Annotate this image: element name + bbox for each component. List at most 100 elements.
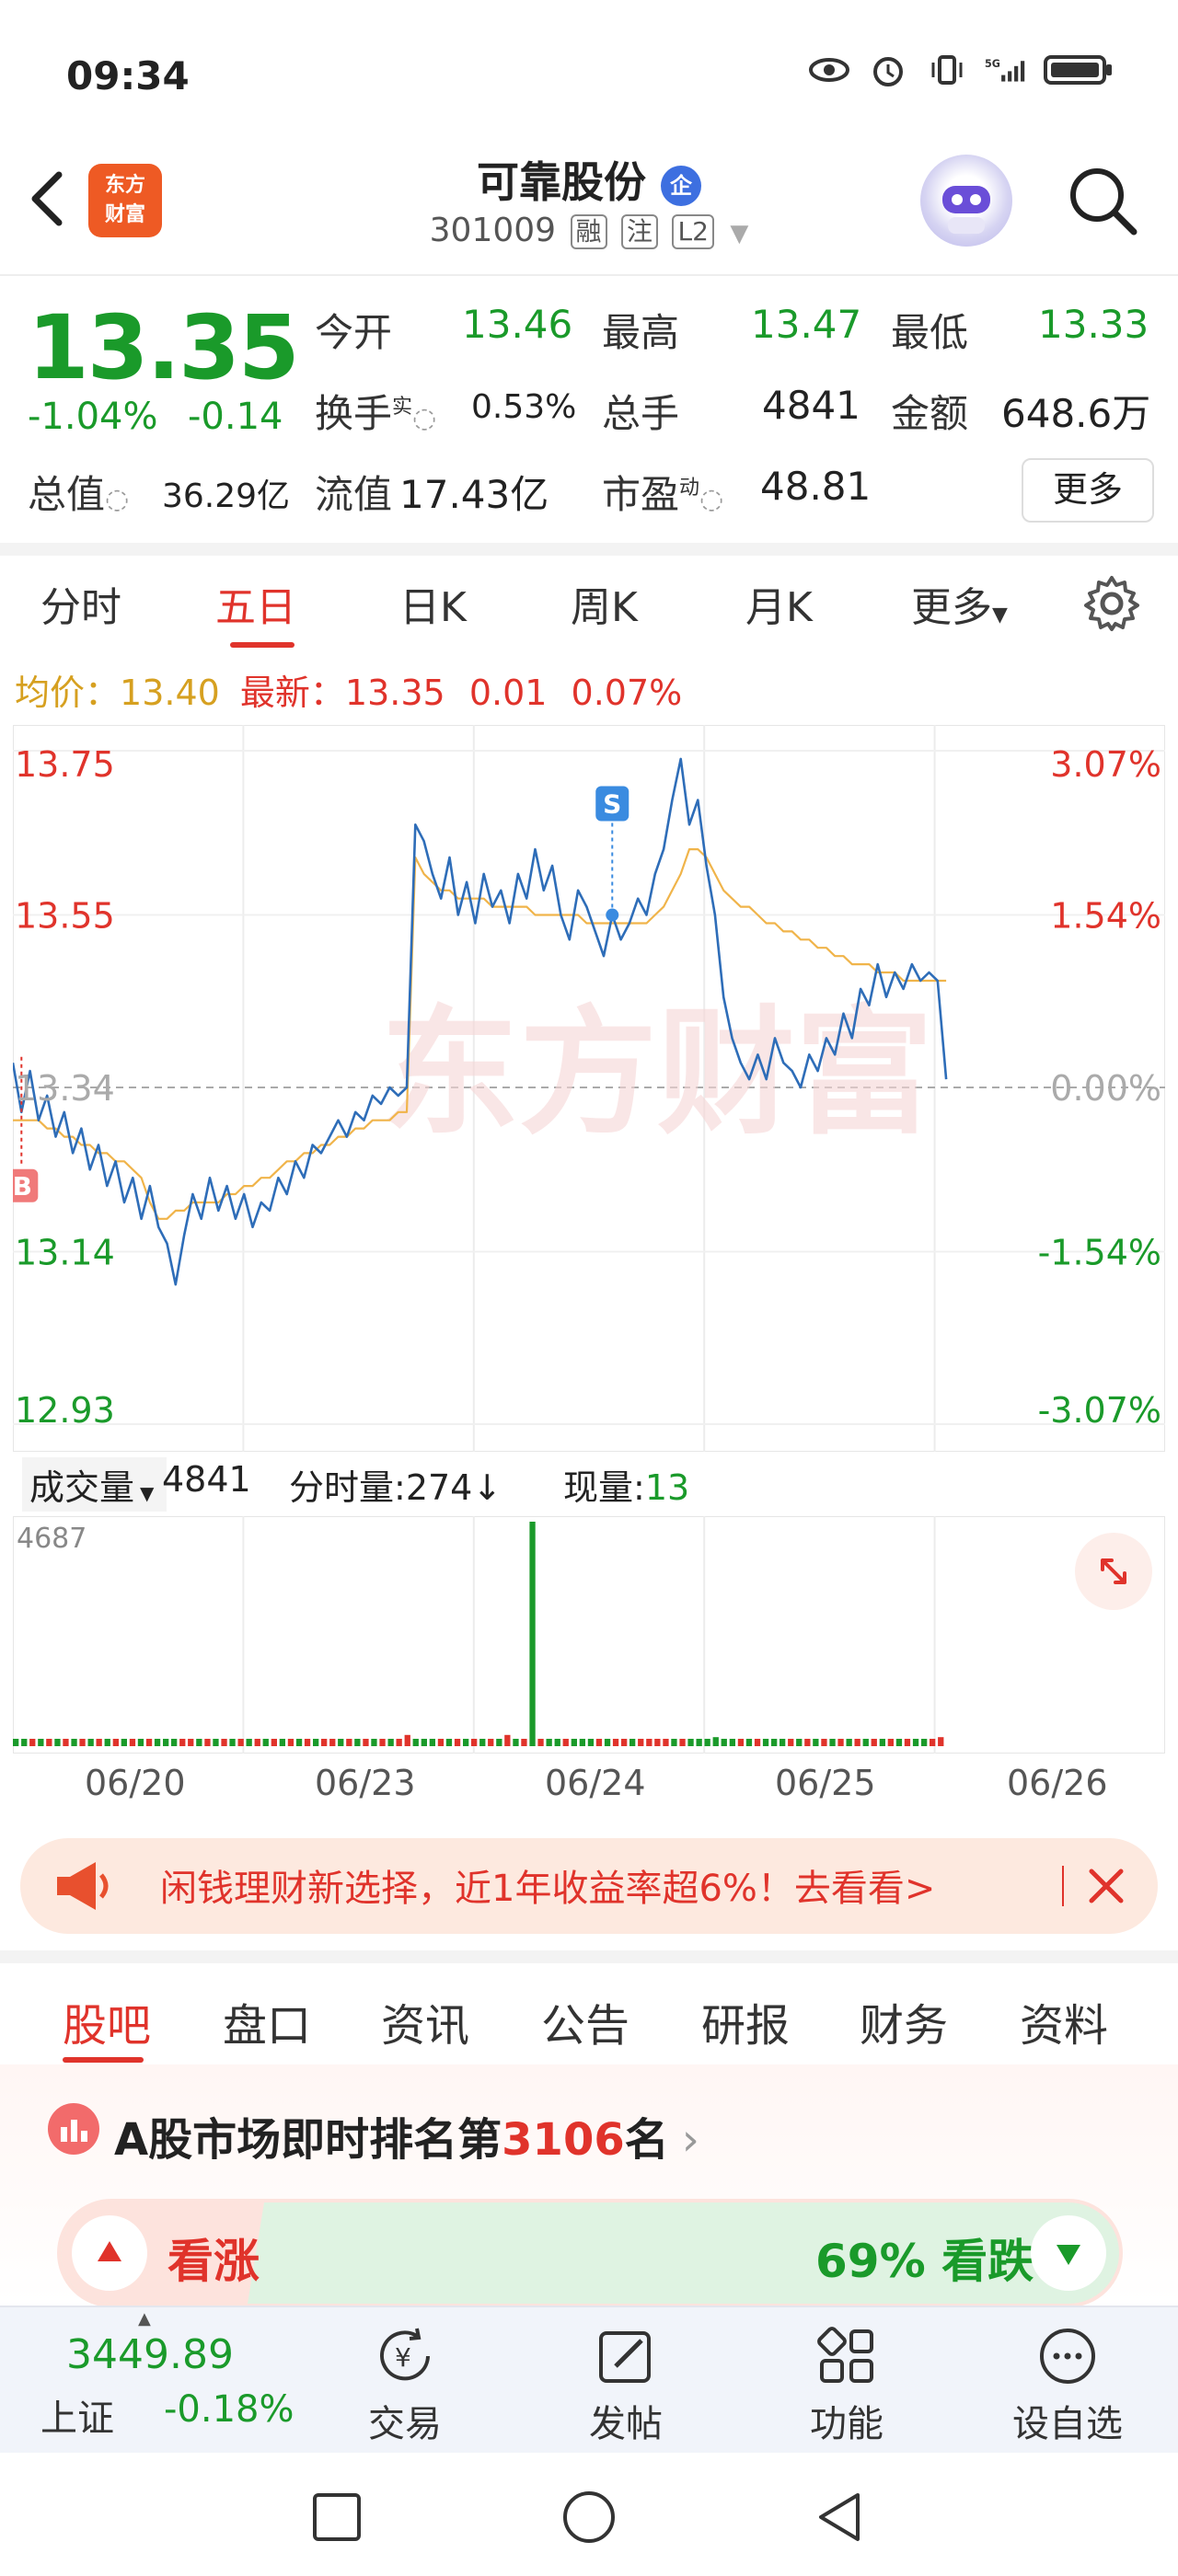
volume-bar [879, 1739, 885, 1746]
volume-bar [612, 1739, 619, 1746]
tab-weekly-k[interactable]: 周K [571, 574, 638, 633]
vote-up-button[interactable] [72, 2215, 147, 2291]
volume-bar [529, 1522, 536, 1746]
volume-bar [721, 1739, 727, 1746]
robot-assistant-icon[interactable] [920, 155, 1012, 247]
tab-profile[interactable]: 资料 [1020, 1989, 1108, 2053]
recent-apps-icon[interactable] [311, 2491, 363, 2547]
volume-bar [38, 1739, 44, 1746]
info-circle-icon[interactable]: ◌ [412, 402, 436, 434]
tab-monthly-k[interactable]: 月K [745, 574, 813, 633]
tab-five-day[interactable]: 五日 [215, 574, 296, 633]
volume-bar [663, 1739, 669, 1746]
close-icon[interactable] [1079, 1858, 1134, 1914]
volume-bar [762, 1739, 769, 1746]
volume-bar [29, 1739, 36, 1746]
volume-bar [87, 1739, 94, 1746]
y-tick-left: 13.14 [15, 1233, 115, 1273]
amount-label: 金额 [891, 391, 969, 436]
volume-bar [271, 1739, 277, 1746]
five-day-price-chart[interactable]: 东方财富 13.75 3.07% 13.55 1.54% 13.34 0.00% 13.14… [13, 725, 1165, 1452]
vote-down-button[interactable] [1031, 2215, 1106, 2291]
info-circle-icon[interactable]: ◌ [105, 483, 129, 515]
yen-trade-icon: ¥ [373, 2324, 437, 2388]
volume-bar [904, 1739, 911, 1746]
index-name[interactable]: 上证 [40, 2388, 114, 2442]
volume-bar [912, 1739, 919, 1746]
nav-post[interactable]: 发帖 [561, 2324, 690, 2447]
y-tick-right: 0.00% [1050, 1068, 1161, 1109]
date-label: 06/20 [85, 1763, 186, 1803]
volume-bar [654, 1739, 661, 1746]
volume-bar [471, 1739, 478, 1746]
date-label: 06/23 [315, 1763, 416, 1803]
dropdown-triangle-icon: ▼ [992, 604, 1008, 627]
high-label: 最高 [602, 310, 680, 355]
expand-icon[interactable] [1075, 1533, 1152, 1610]
turnover-value: 0.53% [471, 388, 577, 426]
tab-order-book[interactable]: 盘口 [223, 1989, 311, 2053]
volume-bar [737, 1739, 745, 1746]
tab-research[interactable]: 研报 [701, 1989, 790, 2053]
volume-bar [237, 1739, 244, 1746]
volume-bar [371, 1739, 377, 1746]
info-circle-icon[interactable]: ◌ [699, 483, 723, 515]
tab-finance[interactable]: 财务 [860, 1989, 948, 2053]
latest-price-value: 13.35 [344, 673, 445, 713]
y-tick-left: 13.34 [15, 1068, 115, 1109]
nav-trade[interactable]: ¥ 交易 [341, 2324, 469, 2447]
open-label: 今开 [315, 310, 393, 355]
market-rank-link[interactable]: A股市场即时排名第3106名 › [114, 2103, 699, 2168]
promo-banner[interactable]: 闲钱理财新选择，近1年收益率超6%！去看看> [20, 1838, 1158, 1934]
latest-change-percent: 0.07% [571, 673, 683, 713]
dropdown-triangle-icon[interactable]: ▼ [730, 220, 748, 247]
volume-header: 成交量 ▼ 4841 分时量:274↓ 现量:13 [15, 1454, 1178, 1512]
latest-price-label: 最新： [239, 673, 345, 713]
promo-text[interactable]: 闲钱理财新选择，近1年收益率超6%！去看看> [160, 1858, 935, 1912]
search-icon[interactable] [1066, 164, 1139, 237]
volume-bar [463, 1739, 469, 1746]
volume-bar [79, 1739, 86, 1746]
nav-add-watchlist[interactable]: 设自选 [1003, 2324, 1132, 2447]
index-value[interactable]: 3449.89 [66, 2331, 234, 2378]
vote-up-label[interactable]: 看涨 [167, 2225, 260, 2291]
volume-bar [671, 1739, 677, 1746]
watermark-text: 东方财富 [381, 994, 933, 1154]
tab-announcements[interactable]: 公告 [541, 1989, 629, 2053]
tab-forum[interactable]: 股吧 [63, 1989, 151, 2053]
volume-bar [712, 1737, 719, 1746]
svg-text:¥: ¥ [395, 2342, 411, 2373]
tab-news[interactable]: 资讯 [381, 1989, 469, 2053]
back-icon[interactable] [814, 2490, 865, 2548]
pe-sup: 动 [679, 477, 700, 500]
volume-bar [313, 1739, 319, 1746]
volume-bar [679, 1739, 686, 1746]
stock-header: 东方 财富 可靠股份 企 301009 融 注 L2 ▼ [0, 138, 1178, 276]
5g-signal-icon: 5G [985, 52, 1027, 88]
home-icon[interactable] [561, 2490, 617, 2548]
volume-bar [329, 1739, 336, 1746]
gear-icon[interactable] [1082, 574, 1141, 633]
volume-bar [521, 1739, 527, 1746]
up-caret-icon: ▲ [138, 2309, 151, 2329]
volume-bar [754, 1739, 761, 1746]
minute-volume: 分时量:274↓ [289, 1467, 502, 1508]
volume-chart[interactable]: 4687 [13, 1516, 1165, 1754]
y-tick-right: -1.54% [1038, 1233, 1161, 1273]
tab-intraday[interactable]: 分时 [40, 574, 121, 633]
buy-marker-label: B [13, 1171, 32, 1202]
volume-bar [771, 1739, 778, 1746]
pe-value: 48.81 [760, 464, 872, 509]
volume-bar [279, 1739, 285, 1746]
nav-functions[interactable]: 功能 [782, 2324, 911, 2447]
volume-indicator-select[interactable]: 成交量 ▼ [22, 1457, 167, 1512]
vibrate-icon [926, 52, 968, 88]
open-value: 13.46 [462, 302, 573, 347]
tab-daily-k[interactable]: 日K [399, 574, 467, 633]
vote-down-label[interactable]: 69% 看跌 [815, 2225, 1034, 2291]
volume-bar [379, 1739, 386, 1746]
tab-more[interactable]: 更多▼ [911, 574, 1008, 633]
volume-bar [171, 1739, 178, 1746]
volume-bar [638, 1739, 644, 1746]
more-quote-button[interactable]: 更多 [1022, 458, 1154, 523]
